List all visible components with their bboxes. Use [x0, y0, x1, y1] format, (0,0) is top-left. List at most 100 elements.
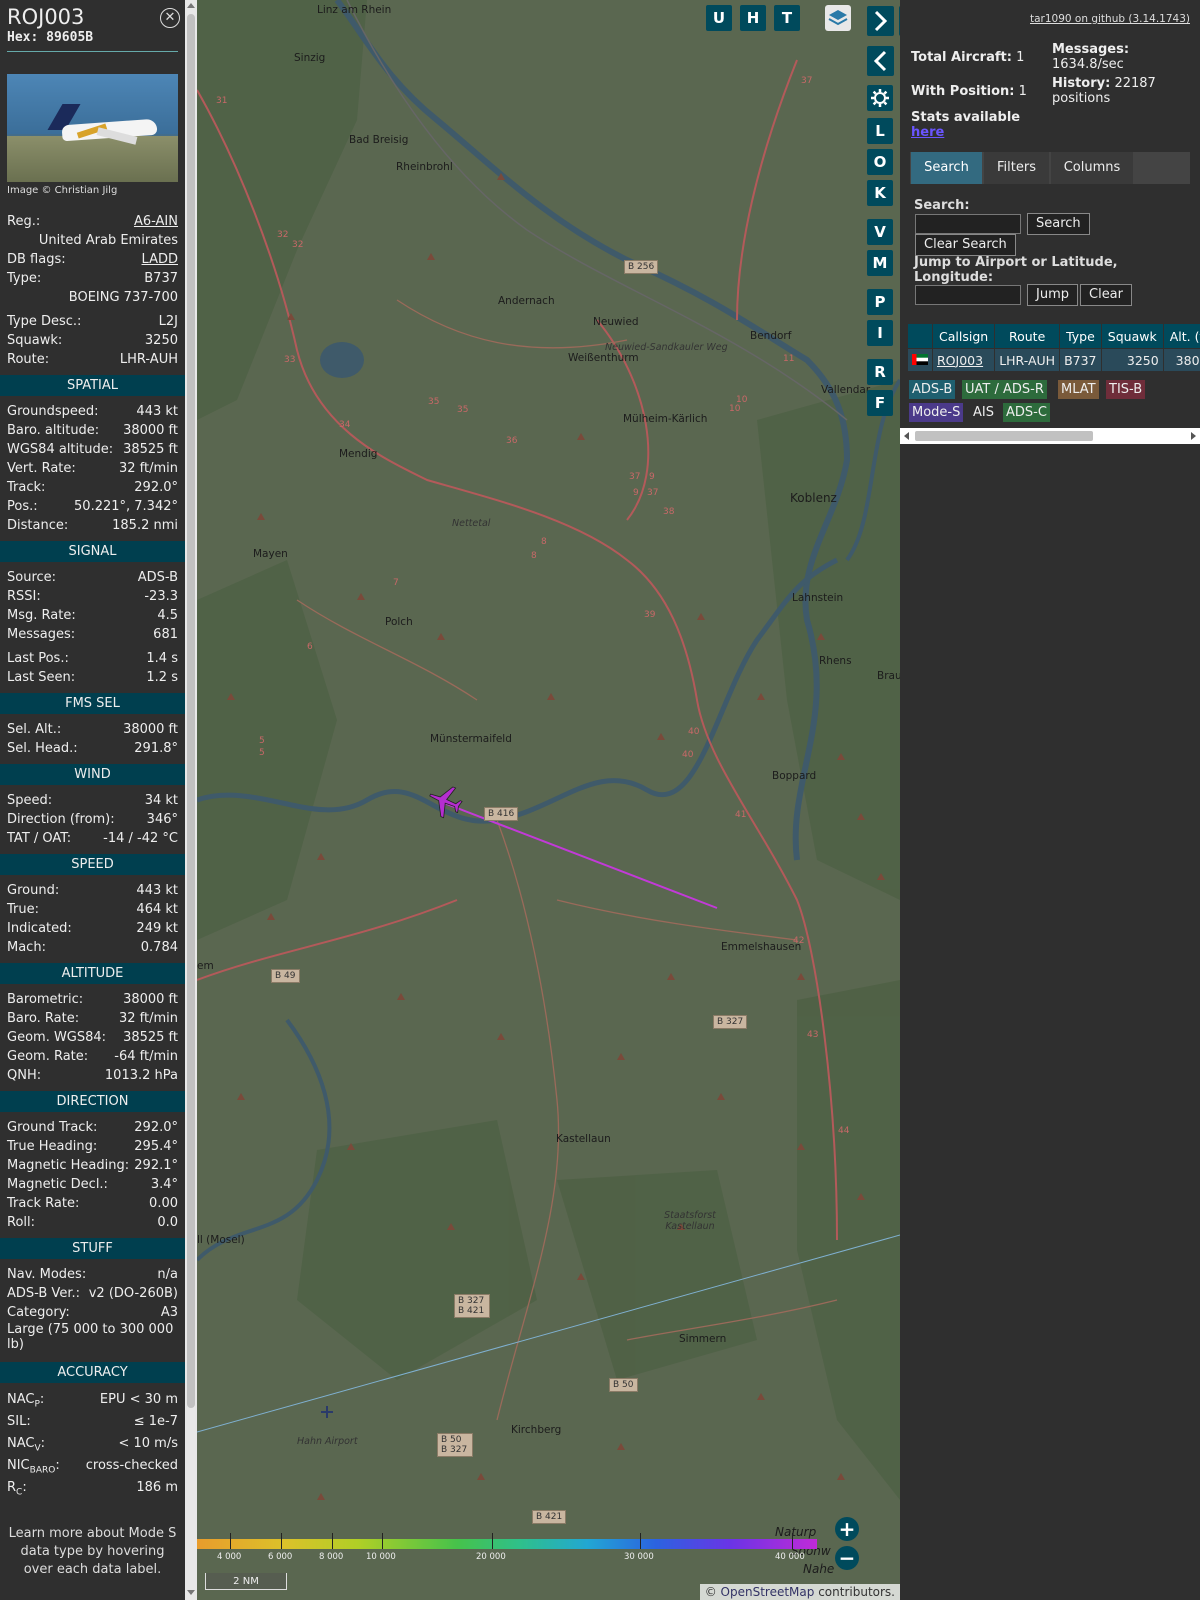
chevron-left-icon[interactable]: [867, 46, 894, 76]
altitude-label[interactable]: Baro. Rate:: [7, 1009, 79, 1028]
altitude-label[interactable]: Barometric:: [7, 990, 83, 1009]
osm-link[interactable]: OpenStreetMap: [721, 1585, 815, 1599]
altitude-label[interactable]: Geom. WGS84:: [7, 1028, 106, 1047]
toggle-t-button[interactable]: T: [774, 5, 800, 31]
spatial-label[interactable]: Pos.:: [7, 497, 38, 516]
direction-label[interactable]: Magnetic Heading:: [7, 1156, 129, 1175]
speed-group: Ground: 443 kt True: 464 kt Indicated: 249 kt…: [0, 881, 185, 957]
direction-row: Ground Track: 292.0°: [0, 1118, 185, 1137]
clear-button[interactable]: Clear: [1080, 284, 1132, 306]
direction-label[interactable]: Roll:: [7, 1213, 35, 1232]
jump-input[interactable]: [915, 285, 1021, 305]
close-icon[interactable]: ✕: [160, 8, 180, 28]
toggle-o-button[interactable]: O: [867, 149, 893, 175]
scroll-left-arrow-icon[interactable]: [904, 432, 909, 440]
column-header[interactable]: Type: [1059, 323, 1102, 349]
column-header[interactable]: Route: [994, 323, 1061, 349]
signal-label[interactable]: RSSI:: [7, 587, 41, 606]
map-view[interactable]: Linz am Rhein Sinzig Bad Breisig Rheinbr…: [197, 0, 900, 1600]
stuff-label[interactable]: Nav. Modes:: [7, 1265, 86, 1284]
toggle-p-button[interactable]: P: [867, 289, 893, 315]
search-button[interactable]: Search: [1027, 213, 1090, 235]
spatial-label[interactable]: Baro. altitude:: [7, 421, 99, 440]
speed-label[interactable]: Ground:: [7, 881, 59, 900]
column-header[interactable]: Alt. (ft): [1162, 323, 1200, 349]
signal-label[interactable]: Source:: [7, 568, 56, 587]
toggle-h-button[interactable]: H: [740, 5, 766, 31]
spatial-label[interactable]: Distance:: [7, 516, 68, 535]
dbflags-link[interactable]: LADD: [142, 250, 178, 269]
nicbaro-label[interactable]: NICBARO:: [7, 1455, 60, 1477]
jump-button[interactable]: Jump: [1027, 284, 1078, 306]
junction-number: 42: [793, 936, 805, 946]
direction-label[interactable]: Ground Track:: [7, 1118, 97, 1137]
callsign-cell[interactable]: ROJ003: [931, 348, 996, 372]
clear-search-button[interactable]: Clear Search: [915, 234, 1016, 256]
toggle-i-button[interactable]: I: [867, 320, 893, 346]
scrollbar-thumb[interactable]: [187, 14, 195, 1408]
zoom-in-button[interactable]: +: [835, 1517, 859, 1541]
scroll-down-arrow-icon[interactable]: [187, 1590, 195, 1595]
signal-label[interactable]: Messages:: [7, 625, 75, 644]
signal-label[interactable]: Last Seen:: [7, 668, 75, 687]
column-header[interactable]: Squawk: [1100, 323, 1164, 349]
speed-label[interactable]: Indicated:: [7, 919, 72, 938]
fms-label[interactable]: Sel. Head.:: [7, 739, 78, 758]
stuff-label[interactable]: Category:: [7, 1303, 70, 1322]
spatial-label[interactable]: Groundspeed:: [7, 402, 98, 421]
tab-filters[interactable]: Filters: [984, 152, 1049, 184]
spatial-label[interactable]: WGS84 altitude:: [7, 440, 113, 459]
aircraft-photo[interactable]: [7, 74, 178, 182]
scroll-right-arrow-icon[interactable]: [1191, 432, 1196, 440]
speed-label[interactable]: True:: [7, 900, 39, 919]
fms-value: 38000 ft: [123, 722, 178, 737]
wind-label[interactable]: TAT / OAT:: [7, 829, 71, 848]
scrollbar-thumb[interactable]: [915, 431, 1093, 441]
fms-label[interactable]: Sel. Alt.:: [7, 720, 61, 739]
stuff-label[interactable]: ADS-B Ver.:: [7, 1284, 80, 1303]
tab-columns[interactable]: Columns: [1051, 152, 1133, 184]
toggle-m-button[interactable]: M: [867, 250, 893, 276]
toggle-v-button[interactable]: V: [867, 219, 893, 245]
altitude-label[interactable]: Geom. Rate:: [7, 1047, 88, 1066]
section-accuracy: ACCURACY: [0, 1362, 185, 1383]
signal-label[interactable]: Last Pos.:: [7, 649, 69, 668]
toggle-l-button[interactable]: L: [867, 118, 893, 144]
sil-label[interactable]: SIL:: [7, 1411, 31, 1433]
spatial-label[interactable]: Track:: [7, 478, 45, 497]
spatial-label[interactable]: Vert. Rate:: [7, 459, 76, 478]
rc-label[interactable]: RC:: [7, 1477, 27, 1499]
signal-label[interactable]: Msg. Rate:: [7, 606, 76, 625]
direction-label[interactable]: Magnetic Decl.:: [7, 1175, 108, 1194]
wind-label[interactable]: Speed:: [7, 791, 52, 810]
zoom-out-button[interactable]: −: [835, 1546, 859, 1570]
scroll-up-arrow-icon[interactable]: [187, 3, 195, 8]
direction-row: True Heading: 295.4°: [0, 1137, 185, 1156]
section-wind: WIND: [0, 764, 185, 785]
search-input[interactable]: [915, 214, 1021, 234]
tab-search[interactable]: Search: [911, 152, 982, 184]
stats-link[interactable]: here: [911, 125, 944, 140]
table-horizontal-scrollbar[interactable]: [900, 428, 1200, 444]
toggle-r-button[interactable]: R: [867, 359, 893, 385]
altitude-label[interactable]: QNH:: [7, 1066, 41, 1085]
layers-icon[interactable]: [825, 5, 851, 31]
sidebar-scrollbar[interactable]: [185, 0, 197, 1600]
direction-label[interactable]: True Heading:: [7, 1137, 97, 1156]
nacp-label[interactable]: NACP:: [7, 1389, 44, 1411]
toggle-k-button[interactable]: K: [867, 180, 893, 206]
reg-link[interactable]: A6-AIN: [134, 212, 178, 231]
aircraft-marker-icon[interactable]: [427, 783, 463, 819]
nacv-label[interactable]: NACV:: [7, 1433, 45, 1455]
direction-label[interactable]: Track Rate:: [7, 1194, 79, 1213]
column-header[interactable]: Callsign: [931, 323, 996, 349]
toggle-f-button[interactable]: F: [867, 390, 893, 416]
gear-icon[interactable]: [867, 85, 893, 111]
github-link[interactable]: tar1090 on github (3.14.1743): [1030, 13, 1190, 25]
chevron-right-icon[interactable]: [867, 6, 894, 36]
speed-label[interactable]: Mach:: [7, 938, 46, 957]
direction-value: 0.00: [149, 1196, 178, 1211]
table-row[interactable]: ROJ003 LHR-AUH B737 3250 38000: [907, 348, 1200, 372]
wind-label[interactable]: Direction (from):: [7, 810, 115, 829]
toggle-u-button[interactable]: U: [706, 5, 732, 31]
